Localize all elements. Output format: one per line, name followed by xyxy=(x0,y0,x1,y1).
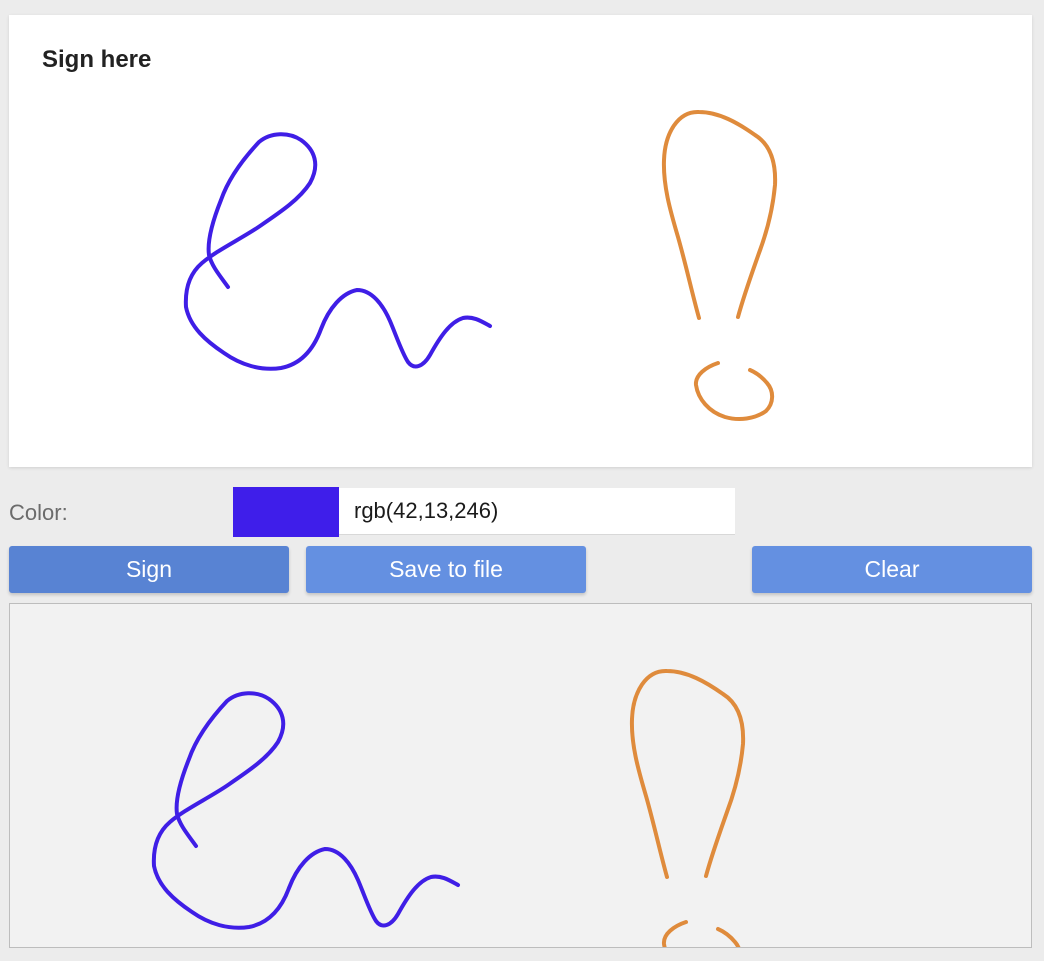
preview-stroke-cursive xyxy=(151,691,460,930)
signature-preview xyxy=(9,603,1032,961)
color-swatch[interactable] xyxy=(233,487,339,537)
preview-stroke-dot xyxy=(661,920,743,961)
preview-image xyxy=(151,668,746,961)
preview-stroke-exclamation xyxy=(629,668,746,879)
color-value-input[interactable] xyxy=(339,488,735,535)
color-label: Color: xyxy=(9,500,68,525)
signature-pad[interactable]: Sign here xyxy=(9,15,1032,467)
signature-stroke-cursive xyxy=(183,132,492,371)
signature-app: Sign here Color: Sign Save to file Clear xyxy=(0,0,1044,961)
clear-button[interactable]: Clear xyxy=(752,546,1032,593)
signature-canvas[interactable] xyxy=(9,15,1032,467)
signature-stroke-dot xyxy=(693,361,775,421)
signature-stroke-exclamation xyxy=(661,109,778,320)
sign-button[interactable]: Sign xyxy=(9,546,289,593)
save-to-file-button[interactable]: Save to file xyxy=(306,546,586,593)
